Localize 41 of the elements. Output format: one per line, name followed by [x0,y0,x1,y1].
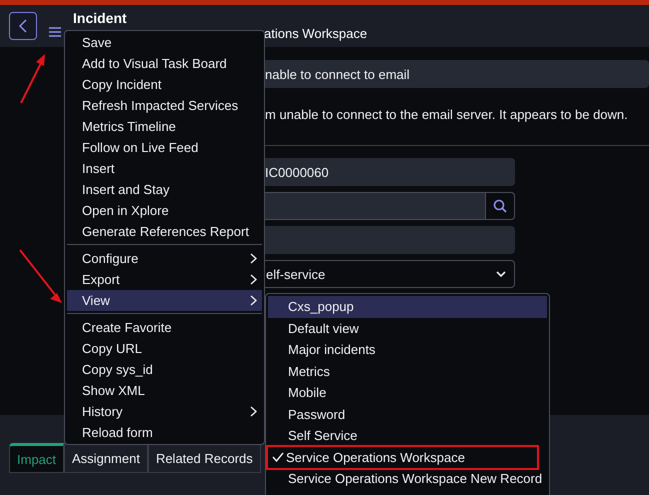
submenu-item[interactable]: Service Operations Workspace New Record [268,468,547,490]
submenu-item[interactable]: Self Service [268,425,547,446]
menu-item[interactable]: Open in Xplore [67,200,262,221]
menu-item[interactable]: Generate References Report [67,220,262,242]
submenu-item[interactable]: Mobile [268,382,547,404]
search-icon [493,199,507,213]
search-button[interactable] [485,192,515,220]
menu-item[interactable]: Copy URL [67,338,262,360]
menu-icon[interactable] [49,27,61,37]
submenu-item[interactable]: Service Operations Workspace [268,446,537,468]
menu-item[interactable]: Metrics Timeline [67,116,262,137]
chevron-right-icon [250,294,257,306]
tab[interactable]: Impact [9,443,64,473]
submenu-item[interactable]: Cxs_popup [268,296,547,318]
chevron-left-icon [19,19,27,33]
record-subtitle: ations Workspace [263,26,368,41]
chevron-right-icon [250,252,257,264]
tab[interactable]: Assignment [64,443,148,473]
menu-item[interactable]: History [67,401,262,422]
menu-item[interactable]: Follow on Live Feed [67,136,262,158]
submenu-item[interactable]: Major incidents [268,339,547,360]
description-text: m unable to connect to the email server. It appears to be down. [265,107,628,122]
submenu-item[interactable]: Metrics [268,360,547,382]
menu-item[interactable]: Copy sys_id [67,359,262,380]
record-title: Incident [73,11,128,26]
submenu-item[interactable]: Password [268,404,547,425]
menu-item[interactable]: View [67,290,262,311]
back-button[interactable] [9,12,37,40]
menu-item[interactable]: Reload form [67,422,262,444]
chevron-right-icon [250,406,257,418]
arrow-icon [18,53,48,105]
chevron-down-icon [496,271,506,277]
chevron-right-icon [250,274,257,285]
arrow-icon [18,248,64,304]
tab[interactable]: Related Records [148,443,261,473]
menu-item[interactable]: Create Favorite [67,317,262,338]
menu-item[interactable]: Save [67,32,262,53]
menu-item[interactable]: Refresh Impacted Services [67,94,262,116]
submenu-item[interactable]: Default view [268,318,547,339]
checkmark-icon [272,452,284,462]
menu-item[interactable]: Show XML [67,380,262,402]
